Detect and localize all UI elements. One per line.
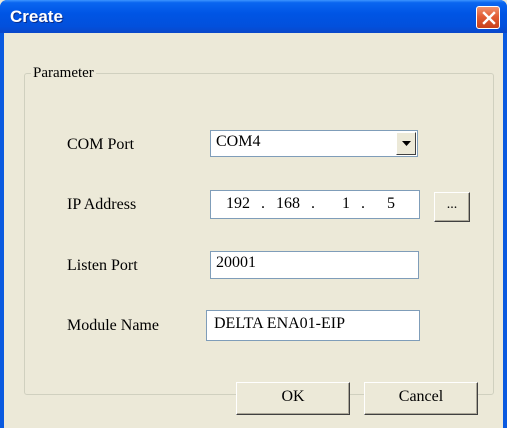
create-dialog: Create Parameter COM Port COM4 IP Addres…: [0, 0, 507, 428]
ip-octet-3: 1: [342, 195, 350, 212]
browse-ellipsis-label: ...: [446, 197, 458, 212]
module-name-label: Module Name: [67, 317, 159, 334]
cancel-button-label: Cancel: [398, 388, 444, 405]
ip-octet-1: 192: [226, 195, 250, 212]
ip-octet-2: 168: [276, 195, 300, 212]
ip-dot-3: .: [361, 195, 365, 212]
listen-port-value: 20001: [216, 254, 256, 271]
window-title: Create: [10, 7, 63, 26]
listen-port-input[interactable]: 20001: [210, 251, 419, 279]
cancel-button[interactable]: Cancel: [364, 382, 478, 415]
ip-browse-button[interactable]: ...: [434, 192, 470, 222]
com-port-select[interactable]: COM4: [210, 130, 418, 157]
ok-button[interactable]: OK: [236, 382, 350, 415]
ok-button-label: OK: [281, 388, 305, 405]
module-name-input[interactable]: DELTA ENA01-EIP: [206, 310, 420, 341]
close-icon: [482, 11, 496, 25]
com-port-value: COM4: [216, 133, 261, 150]
listen-port-label: Listen Port: [67, 257, 138, 274]
com-port-label: COM Port: [67, 136, 135, 153]
ip-address-input[interactable]: 192 . 168 . 1 . 5: [210, 190, 420, 219]
ip-dot-1: .: [261, 195, 265, 212]
title-bar[interactable]: Create: [0, 0, 507, 33]
com-port-dropdown-button[interactable]: [396, 132, 416, 155]
ip-dot-2: .: [311, 195, 315, 212]
ip-address-label: IP Address: [67, 196, 137, 213]
parameter-legend: Parameter: [31, 65, 96, 82]
ip-octet-4: 5: [387, 195, 395, 212]
parameter-groupbox: Parameter: [24, 65, 494, 395]
module-name-value: DELTA ENA01-EIP: [214, 315, 346, 332]
dialog-client-area: Parameter COM Port COM4 IP Address 192 .…: [4, 33, 503, 428]
close-button[interactable]: [476, 6, 500, 29]
chevron-down-icon: [402, 141, 411, 146]
